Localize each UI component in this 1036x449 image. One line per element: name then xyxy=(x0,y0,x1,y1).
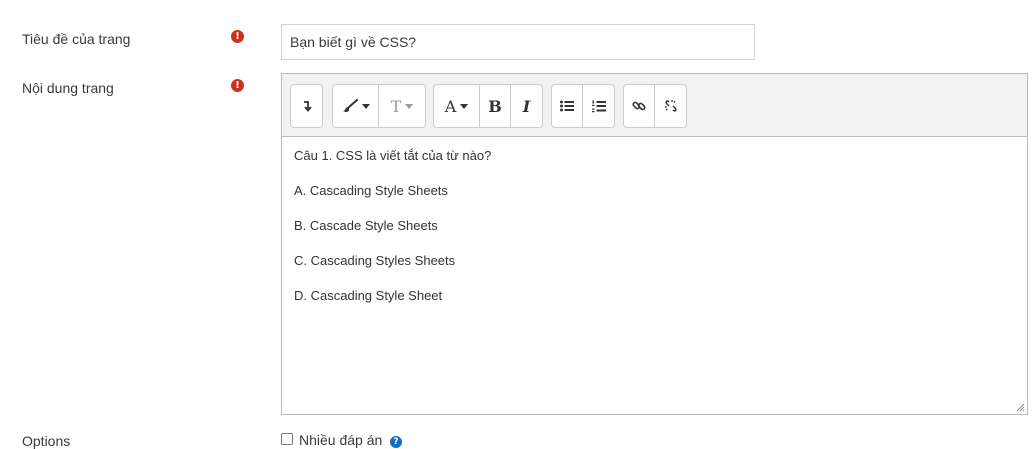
font-color-icon: A xyxy=(444,96,457,116)
font-color-button[interactable]: A xyxy=(434,85,480,127)
multiple-answers-checkbox[interactable] xyxy=(281,433,293,445)
unordered-list-button[interactable] xyxy=(552,85,583,127)
unordered-list-icon xyxy=(560,100,574,112)
unlink-button[interactable] xyxy=(655,85,686,127)
italic-icon: I xyxy=(522,96,531,116)
paintbrush-icon xyxy=(342,99,358,112)
editor-toolbar: T A B I xyxy=(282,74,1027,137)
title-input[interactable] xyxy=(281,24,755,60)
toolbar-group-links xyxy=(623,84,687,128)
text-style-icon: T xyxy=(390,96,402,116)
bold-button[interactable]: B xyxy=(480,85,511,127)
chevron-down-icon xyxy=(361,103,370,109)
content-paragraph: D. Cascading Style Sheet xyxy=(294,288,443,303)
rich-text-editor: T A B I Câu 1. CSS là viết tắt của từ nà… xyxy=(281,73,1028,415)
required-exclamation-icon: ! xyxy=(231,79,244,92)
content-label: Nội dung trang xyxy=(22,80,114,96)
text-style-button[interactable]: T xyxy=(379,85,425,127)
editor-content-area[interactable]: Câu 1. CSS là viết tắt của từ nào? A. Ca… xyxy=(282,137,1027,414)
content-paragraph: A. Cascading Style Sheets xyxy=(294,183,448,198)
question-circle-icon[interactable]: ? xyxy=(390,436,402,448)
italic-button[interactable]: I xyxy=(511,85,542,127)
chevron-down-icon xyxy=(460,103,469,109)
toolbar-group-lists xyxy=(551,84,615,128)
title-label: Tiêu đề của trang xyxy=(22,31,131,47)
bold-icon: B xyxy=(488,96,502,116)
ordered-list-button[interactable] xyxy=(583,85,614,127)
collapse-icon xyxy=(303,101,312,112)
toolbar-group-collapse xyxy=(290,84,323,128)
toolbar-group-style: T xyxy=(332,84,426,128)
link-icon xyxy=(632,101,646,111)
chevron-down-icon xyxy=(405,103,414,109)
paintbrush-button[interactable] xyxy=(333,85,379,127)
resize-handle-icon[interactable] xyxy=(1015,402,1025,412)
ordered-list-icon xyxy=(591,100,606,112)
toolbar-group-format: A B I xyxy=(433,84,543,128)
options-label: Options xyxy=(22,433,71,449)
required-exclamation-icon: ! xyxy=(231,30,244,43)
link-button[interactable] xyxy=(624,85,655,127)
content-paragraph: Câu 1. CSS là viết tắt của từ nào? xyxy=(294,148,492,163)
unlink-icon xyxy=(664,100,677,112)
content-paragraph: C. Cascading Styles Sheets xyxy=(294,253,456,268)
content-paragraph: B. Cascade Style Sheets xyxy=(294,218,438,233)
collapse-button[interactable] xyxy=(291,85,322,127)
multiple-answers-label[interactable]: Nhiều đáp án xyxy=(299,432,382,448)
